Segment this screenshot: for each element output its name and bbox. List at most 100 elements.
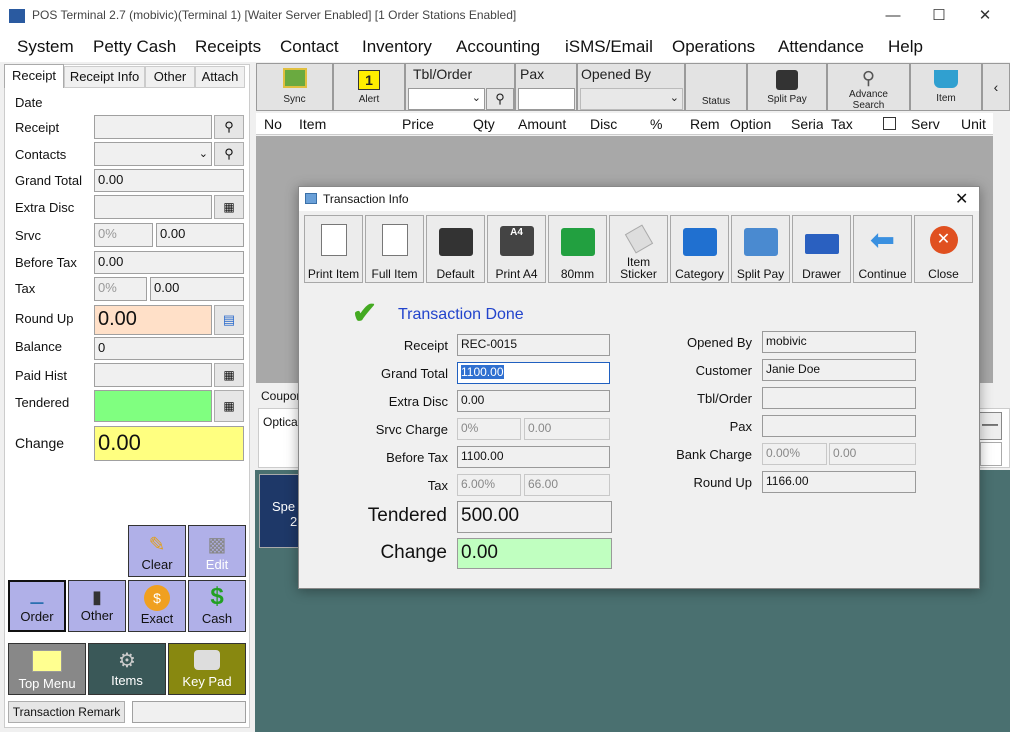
col-option[interactable]: Option [730, 116, 771, 132]
split-pay-button[interactable]: Split Pay [747, 63, 827, 111]
dlg-extra-disc-field[interactable]: 0.00 [457, 390, 610, 412]
full-item-button[interactable]: Full Item [365, 215, 424, 283]
extra-disc-field[interactable] [94, 195, 212, 219]
col-serial[interactable]: Serial [791, 116, 823, 132]
dlg-customer-field[interactable]: Janie Doe [762, 359, 916, 381]
tendered-calculator-icon[interactable]: ▦ [214, 390, 244, 422]
print-a4-button[interactable]: A4 Print A4 [487, 215, 546, 283]
tab-receipt[interactable]: Receipt [4, 64, 64, 88]
tab-receipt-info[interactable]: Receipt Info [64, 66, 145, 88]
transaction-remark-field[interactable] [132, 701, 246, 723]
col-qty[interactable]: Qty [473, 116, 495, 132]
menu-accounting[interactable]: Accounting [456, 37, 540, 57]
dlg-tbl-order-field[interactable] [762, 387, 916, 409]
split-pay-dialog-button[interactable]: Split Pay [731, 215, 790, 283]
dlg-receipt-field[interactable]: REC-0015 [457, 334, 610, 356]
col-no[interactable]: No [264, 116, 282, 132]
select-all-checkbox[interactable] [883, 117, 896, 130]
col-pct[interactable]: % [650, 116, 662, 132]
dlg-bank-pct-field[interactable]: 0.00% [762, 443, 827, 465]
80mm-button[interactable]: 80mm [548, 215, 607, 283]
edit-button[interactable]: ▩ Edit [188, 525, 246, 577]
balance-field[interactable]: 0 [94, 337, 244, 360]
dlg-pax-field[interactable] [762, 415, 916, 437]
receipt-field[interactable] [94, 115, 212, 139]
tab-other[interactable]: Other [145, 66, 195, 88]
dialog-close-icon[interactable]: ✕ [955, 189, 968, 209]
col-tax[interactable]: Tax [831, 116, 853, 132]
dlg-tendered-field[interactable]: 500.00 [457, 501, 612, 533]
transaction-remark-button[interactable]: Transaction Remark [8, 701, 125, 723]
calculator-icon[interactable]: ▦ [214, 195, 244, 219]
exact-button[interactable]: $ Exact [128, 580, 186, 632]
receipt-search-icon[interactable]: ⚲ [214, 115, 244, 139]
menu-inventory[interactable]: Inventory [362, 37, 432, 57]
col-amount[interactable]: Amount [518, 116, 566, 132]
srvc-amt-field[interactable]: 0.00 [156, 223, 244, 247]
tax-amt-field[interactable]: 0.00 [150, 277, 244, 301]
monitor-icon[interactable]: ▤ [214, 305, 244, 335]
item-button[interactable]: Item [910, 63, 982, 111]
side-field[interactable] [980, 442, 1002, 466]
dlg-opened-by-field[interactable]: mobivic [762, 331, 916, 353]
dlg-round-up-field[interactable]: 1166.00 [762, 471, 916, 493]
sync-button[interactable]: Sync [256, 63, 333, 111]
category-tile[interactable]: Spe 2 [259, 474, 303, 548]
before-tax-field[interactable]: 0.00 [94, 251, 244, 274]
menu-receipts[interactable]: Receipts [195, 37, 261, 57]
paid-hist-calculator-icon[interactable]: ▦ [214, 363, 244, 387]
opened-by-select[interactable]: ⌄ [580, 88, 683, 110]
col-rem[interactable]: Rem [690, 116, 720, 132]
maximize-icon[interactable]: ☐ [916, 0, 962, 32]
dlg-srvc-pct-field[interactable]: 0% [457, 418, 521, 440]
item-sticker-button[interactable]: Item Sticker [609, 215, 668, 283]
clear-button[interactable]: ✎ Clear [128, 525, 186, 577]
top-menu-button[interactable]: Top Menu [8, 643, 86, 695]
default-button[interactable]: Default [426, 215, 485, 283]
dlg-srvc-amt-field[interactable]: 0.00 [524, 418, 610, 440]
other-button[interactable]: ▮ Other [68, 580, 126, 632]
menu-operations[interactable]: Operations [672, 37, 755, 57]
pax-field[interactable] [518, 88, 575, 110]
menu-petty-cash[interactable]: Petty Cash [93, 37, 176, 57]
menu-isms-email[interactable]: iSMS/Email [565, 37, 653, 57]
col-price[interactable]: Price [402, 116, 434, 132]
menu-contact[interactable]: Contact [280, 37, 339, 57]
menu-attendance[interactable]: Attendance [778, 37, 864, 57]
items-button[interactable]: ⚙ Items [88, 643, 166, 695]
close-button[interactable]: ✕ Close [914, 215, 973, 283]
srvc-pct-field[interactable]: 0% [94, 223, 153, 247]
paid-hist-field[interactable] [94, 363, 212, 387]
minimize-icon[interactable]: — [870, 0, 916, 32]
tendered-field[interactable] [94, 390, 212, 422]
contacts-select[interactable]: ⌄ [94, 142, 212, 166]
tab-attach[interactable]: Attach [195, 66, 245, 88]
tax-pct-field[interactable]: 0% [94, 277, 147, 301]
col-serv[interactable]: Serv [911, 116, 940, 132]
tbl-order-search-icon[interactable]: ⚲ [486, 88, 514, 110]
menu-help[interactable]: Help [888, 37, 923, 57]
menu-system[interactable]: System [17, 37, 74, 57]
dlg-grand-total-field[interactable]: 1100.00 [457, 362, 610, 384]
drawer-button[interactable]: Drawer [792, 215, 851, 283]
tbl-order-select[interactable]: ⌄ [408, 88, 485, 110]
alert-button[interactable]: 1 Alert [333, 63, 405, 111]
toolbar-more-icon[interactable]: ‹ [982, 63, 1010, 111]
dlg-tax-pct-field[interactable]: 6.00% [457, 474, 521, 496]
dlg-before-tax-field[interactable]: 1100.00 [457, 446, 610, 468]
order-button[interactable]: ⚊ Order [8, 580, 66, 632]
category-button[interactable]: Category [670, 215, 729, 283]
dlg-tax-amt-field[interactable]: 66.00 [524, 474, 610, 496]
minus-icon[interactable]: — [978, 412, 1002, 440]
key-pad-button[interactable]: Key Pad [168, 643, 246, 695]
col-disc[interactable]: Disc [590, 116, 617, 132]
col-unit[interactable]: Unit [961, 116, 986, 132]
dlg-change-field[interactable]: 0.00 [457, 538, 612, 569]
print-item-button[interactable]: Print Item [304, 215, 363, 283]
dlg-bank-amt-field[interactable]: 0.00 [829, 443, 916, 465]
status-button[interactable]: Status [685, 63, 747, 111]
col-item[interactable]: Item [299, 116, 326, 132]
close-window-icon[interactable]: ✕ [962, 0, 1008, 32]
grand-total-field[interactable]: 0.00 [94, 169, 244, 192]
contacts-search-icon[interactable]: ⚲ [214, 142, 244, 166]
